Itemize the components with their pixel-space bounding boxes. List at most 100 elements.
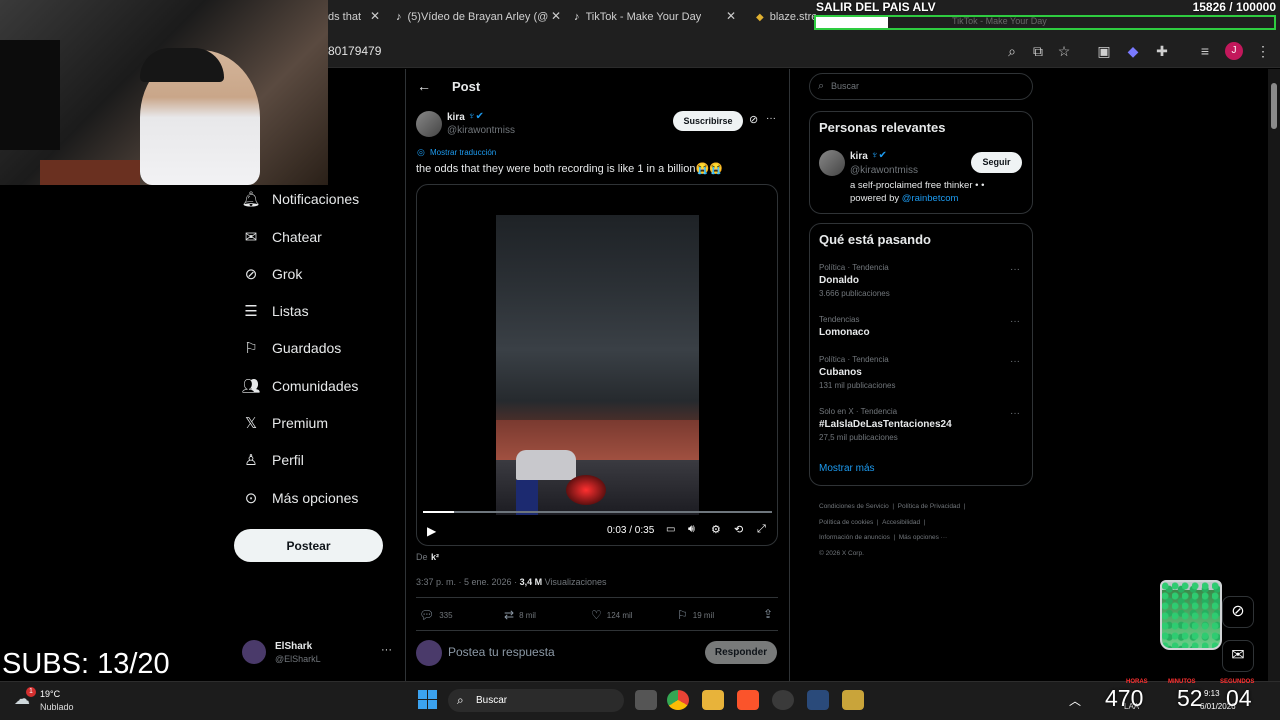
- weather-widget[interactable]: ☁ 1 19°C Nublado: [14, 687, 104, 715]
- like-button[interactable]: ♡ 124 mil: [591, 608, 633, 622]
- relevant-title: Personas relevantes: [819, 120, 946, 135]
- repost-button[interactable]: ⇄ 8 mil: [504, 608, 536, 622]
- trend-count: 27,5 mil publicaciones: [819, 433, 898, 442]
- loop-icon[interactable]: ⟲: [734, 523, 743, 536]
- extension-icon[interactable]: ◆: [1124, 42, 1142, 60]
- close-icon[interactable]: ✕: [370, 9, 380, 23]
- account-handle: @ElSharkL: [275, 654, 321, 664]
- trend-item[interactable]: Política · Tendencia Cubanos 131 mil publi…: [819, 355, 896, 390]
- footer-link[interactable]: Accesibilidad: [882, 519, 920, 526]
- sidebar-item-notificaciones[interactable]: 🔔︎ Notificaciones: [241, 187, 359, 211]
- repost-count: 8 mil: [519, 610, 536, 620]
- more-icon[interactable]: ···: [1010, 264, 1020, 275]
- post-button[interactable]: Postear: [234, 529, 383, 562]
- task-view-icon[interactable]: [635, 690, 657, 710]
- relevant-handle[interactable]: @kirawontmiss: [850, 165, 918, 176]
- sidebar-item-perfil[interactable]: ♙ Perfil: [242, 448, 304, 472]
- star-icon[interactable]: ☆: [1055, 42, 1073, 60]
- from-user[interactable]: k²: [431, 552, 439, 562]
- scrollbar[interactable]: [1268, 69, 1280, 681]
- footer-link[interactable]: Política de cookies: [819, 519, 873, 526]
- reply-button[interactable]: 💬︎ 335: [419, 608, 453, 622]
- media-icon[interactable]: ≡: [1196, 42, 1214, 60]
- post-timestamp[interactable]: 3:37 p. m. · 5 ene. 2026 ·: [416, 577, 520, 587]
- back-arrow-icon[interactable]: ←: [417, 78, 431, 94]
- close-icon[interactable]: ✕: [726, 9, 736, 23]
- weather-desc: Nublado: [40, 702, 74, 712]
- timer-hours: 470: [1105, 685, 1144, 711]
- relevant-name[interactable]: kira: [850, 151, 868, 162]
- app-icon[interactable]: [772, 690, 794, 710]
- extension-icon[interactable]: ▣: [1095, 42, 1113, 60]
- trend-item[interactable]: Tendencias Lomonaco: [819, 315, 870, 341]
- reply-button[interactable]: Responder: [705, 641, 777, 664]
- app-icon[interactable]: [842, 690, 864, 710]
- install-app-icon[interactable]: ⧉: [1029, 42, 1047, 60]
- follow-button[interactable]: Seguir: [971, 152, 1022, 173]
- more-icon[interactable]: ···: [1010, 356, 1020, 367]
- footer-link[interactable]: Política de Privacidad: [898, 503, 961, 510]
- fullscreen-icon[interactable]: ⤢: [757, 523, 766, 536]
- grok-floating-button[interactable]: ⊘: [1222, 596, 1254, 628]
- reply-input[interactable]: Postea tu respuesta: [448, 645, 555, 659]
- sidebar-item-grok[interactable]: ⊘ Grok: [242, 262, 303, 286]
- sidebar-item-premium[interactable]: 𝕏 Premium: [242, 411, 328, 435]
- footer-link[interactable]: Más opciones ···: [899, 534, 947, 541]
- author-name[interactable]: kira: [447, 112, 465, 123]
- steam-icon[interactable]: [807, 690, 829, 710]
- search-placeholder: Buscar: [831, 81, 860, 91]
- tab-1[interactable]: ds that ✕: [328, 6, 384, 28]
- avatar[interactable]: [819, 150, 845, 176]
- menu-icon[interactable]: ⋮: [1254, 42, 1272, 60]
- more-icon[interactable]: ···: [381, 644, 392, 656]
- settings-icon[interactable]: ⚙: [711, 523, 721, 536]
- footer-link[interactable]: Condiciones de Servicio: [819, 503, 889, 510]
- post-text: the odds that they were both recording i…: [416, 163, 723, 175]
- tray-chevron-icon[interactable]: ︿: [1069, 692, 1081, 709]
- sidebar-item-mas-opciones[interactable]: ⊙ Más opciones: [242, 486, 359, 510]
- more-icon[interactable]: ···: [766, 113, 776, 124]
- video-progress-track[interactable]: [423, 511, 772, 513]
- bio-link[interactable]: @rainbetcom: [902, 193, 959, 204]
- more-icon[interactable]: ···: [1010, 316, 1020, 327]
- account-switcher[interactable]: ElShark @ElSharkL ···: [240, 638, 400, 670]
- captions-icon[interactable]: ▭: [666, 524, 675, 535]
- play-icon[interactable]: ▶: [427, 524, 436, 538]
- volume-icon[interactable]: 🔊︎: [688, 523, 695, 536]
- sidebar-item-comunidades[interactable]: 👥︎ Comunidades: [241, 374, 358, 398]
- video-player[interactable]: ▶ 0:03 / 0:35 ▭ 🔊︎ ⚙ ⟲ ⤢: [416, 184, 778, 546]
- sidebar-item-listas[interactable]: ☰ Listas: [242, 299, 308, 323]
- sidebar-item-chatear[interactable]: ✉ Chatear: [242, 225, 322, 249]
- tab-4[interactable]: ◆ blaze.stream/alerta: [756, 6, 816, 28]
- bookmark-button[interactable]: ⚐ 19 mil: [677, 608, 714, 622]
- tab-3[interactable]: ♪ TikTok - Make Your Day ✕: [574, 6, 740, 28]
- subscribe-button[interactable]: Suscribirse: [673, 111, 743, 131]
- explorer-icon[interactable]: [702, 690, 724, 710]
- grok-icon[interactable]: ⊘: [749, 113, 758, 126]
- trend-context: Tendencias: [819, 315, 860, 324]
- author-handle[interactable]: @kirawontmiss: [447, 125, 515, 136]
- footer-link[interactable]: Información de anuncios: [819, 534, 890, 541]
- zoom-icon[interactable]: ⌕: [1003, 42, 1021, 60]
- translate-link[interactable]: Mostrar traducción: [430, 148, 496, 157]
- puzzle-icon[interactable]: ✚: [1153, 42, 1171, 60]
- messages-floating-button[interactable]: ✉: [1222, 640, 1254, 672]
- close-icon[interactable]: ✕: [551, 9, 561, 23]
- avatar[interactable]: [416, 111, 442, 137]
- windows-start-icon[interactable]: [418, 690, 437, 709]
- tab-2[interactable]: ♪ (5)Vídeo de Brayan Arley (@: [396, 6, 560, 28]
- show-more-link[interactable]: Mostrar más: [819, 463, 875, 474]
- trend-context: Solo en X · Tendencia: [819, 407, 898, 416]
- search-input[interactable]: ⌕ Buscar: [809, 73, 1033, 100]
- share-icon[interactable]: ⇪: [763, 607, 773, 621]
- taskbar-search[interactable]: ⌕ Buscar: [448, 689, 624, 712]
- sidebar-item-guardados[interactable]: ⚐ Guardados: [242, 336, 341, 360]
- trend-item[interactable]: Solo en X · Tendencia #LaIslaDeLasTentaci…: [819, 407, 952, 442]
- brave-icon[interactable]: [737, 690, 759, 710]
- avatar[interactable]: J: [1225, 42, 1243, 60]
- url-field[interactable]: 80179479: [328, 44, 381, 58]
- trend-item[interactable]: Política · Tendencia Donaldo 3.666 publica…: [819, 263, 890, 298]
- chrome-icon[interactable]: [667, 690, 689, 710]
- more-icon[interactable]: ···: [1010, 408, 1020, 419]
- tab-title: blaze.stream/alerta: [769, 11, 816, 23]
